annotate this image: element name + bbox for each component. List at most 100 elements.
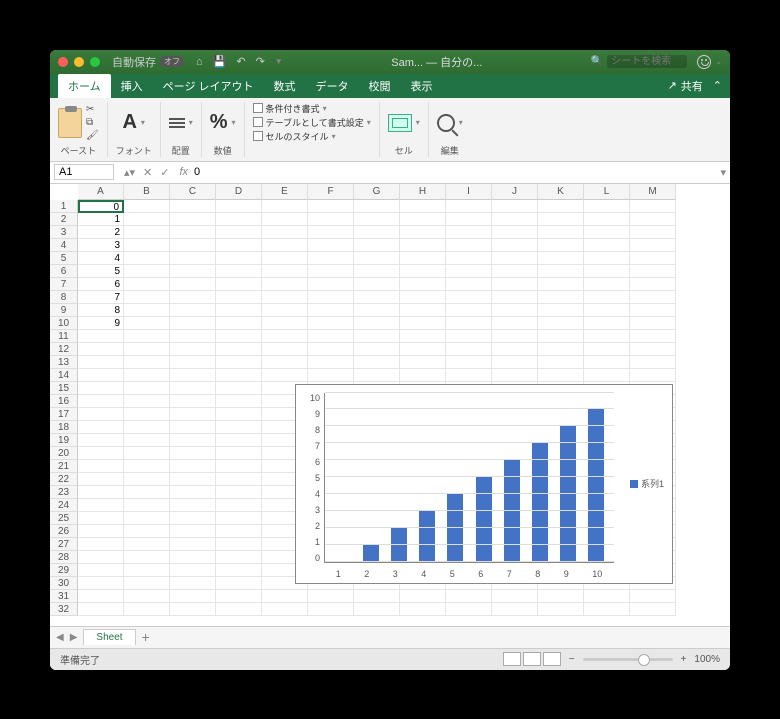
cell[interactable] [630, 226, 676, 239]
row-header[interactable]: 31 [50, 590, 78, 603]
cell[interactable] [216, 538, 262, 551]
cell[interactable] [446, 369, 492, 382]
minimize-window-button[interactable] [74, 57, 84, 67]
cell[interactable] [584, 356, 630, 369]
cell[interactable] [492, 317, 538, 330]
cell[interactable] [492, 265, 538, 278]
cell[interactable] [216, 317, 262, 330]
cell[interactable] [308, 213, 354, 226]
cell[interactable] [446, 603, 492, 616]
row-header[interactable]: 4 [50, 239, 78, 252]
cell[interactable] [216, 330, 262, 343]
row-header[interactable]: 26 [50, 525, 78, 538]
cell[interactable] [216, 343, 262, 356]
cell[interactable] [538, 252, 584, 265]
cell[interactable] [446, 265, 492, 278]
zoom-level[interactable]: 100% [694, 654, 720, 665]
cell[interactable] [538, 590, 584, 603]
cell[interactable] [216, 395, 262, 408]
row-header[interactable]: 16 [50, 395, 78, 408]
cell[interactable] [262, 278, 308, 291]
cell[interactable] [78, 538, 124, 551]
cell[interactable] [124, 447, 170, 460]
cell[interactable] [492, 200, 538, 213]
cell[interactable] [78, 421, 124, 434]
cell[interactable] [170, 603, 216, 616]
cell[interactable] [446, 226, 492, 239]
cell[interactable] [630, 603, 676, 616]
cut-icon[interactable]: ✂ [86, 104, 99, 115]
cells-dropdown-icon[interactable]: ▾ [416, 118, 420, 127]
redo-icon[interactable]: ↷ [256, 55, 265, 68]
cell[interactable] [124, 551, 170, 564]
cell[interactable] [124, 408, 170, 421]
cell[interactable] [170, 577, 216, 590]
cell[interactable] [538, 330, 584, 343]
cell[interactable] [170, 434, 216, 447]
cell[interactable] [170, 304, 216, 317]
row-header[interactable]: 2 [50, 213, 78, 226]
cell[interactable] [170, 395, 216, 408]
cell[interactable] [400, 239, 446, 252]
column-header[interactable]: B [124, 184, 170, 200]
add-sheet-button[interactable]: + [142, 629, 150, 645]
cell[interactable] [492, 603, 538, 616]
cell[interactable] [308, 590, 354, 603]
row-header[interactable]: 29 [50, 564, 78, 577]
cell[interactable] [124, 252, 170, 265]
titlebar-menu-icon[interactable]: ⌄ [715, 57, 722, 66]
cell[interactable] [216, 226, 262, 239]
row-header[interactable]: 20 [50, 447, 78, 460]
cell[interactable] [584, 291, 630, 304]
row-header[interactable]: 24 [50, 499, 78, 512]
cell[interactable] [630, 200, 676, 213]
close-window-button[interactable] [58, 57, 68, 67]
row-header[interactable]: 25 [50, 512, 78, 525]
cell[interactable] [216, 577, 262, 590]
row-header[interactable]: 17 [50, 408, 78, 421]
format-painter-icon[interactable]: 🖌 [86, 130, 99, 141]
cell[interactable] [584, 603, 630, 616]
cell[interactable] [584, 317, 630, 330]
cell[interactable] [170, 525, 216, 538]
cell[interactable] [538, 304, 584, 317]
cell[interactable] [446, 252, 492, 265]
cell[interactable] [354, 369, 400, 382]
cell[interactable] [492, 369, 538, 382]
cell[interactable]: 5 [78, 265, 124, 278]
cell[interactable] [170, 291, 216, 304]
cell[interactable] [630, 317, 676, 330]
sheet-nav-prev-icon[interactable]: ◀ [56, 632, 64, 643]
cell[interactable] [308, 356, 354, 369]
search-input[interactable] [607, 55, 687, 68]
cell[interactable] [78, 603, 124, 616]
column-headers[interactable]: ABCDEFGHIJKLM [78, 184, 730, 200]
cell[interactable] [492, 356, 538, 369]
cell[interactable] [216, 408, 262, 421]
cell[interactable] [216, 291, 262, 304]
cell[interactable] [584, 369, 630, 382]
row-header[interactable]: 15 [50, 382, 78, 395]
cell[interactable] [308, 226, 354, 239]
cell[interactable] [538, 213, 584, 226]
row-header[interactable]: 13 [50, 356, 78, 369]
cell[interactable] [354, 356, 400, 369]
cell[interactable] [538, 200, 584, 213]
cell[interactable] [124, 577, 170, 590]
cell[interactable] [124, 278, 170, 291]
cell[interactable] [492, 291, 538, 304]
editing-dropdown-icon[interactable]: ▾ [459, 118, 463, 127]
row-header[interactable]: 32 [50, 603, 78, 616]
cell[interactable] [400, 304, 446, 317]
cell[interactable] [216, 213, 262, 226]
cell[interactable] [170, 226, 216, 239]
zoom-slider[interactable] [583, 658, 673, 661]
cell[interactable] [400, 590, 446, 603]
cell[interactable] [78, 525, 124, 538]
cell[interactable] [262, 304, 308, 317]
cell[interactable] [124, 304, 170, 317]
column-header[interactable]: D [216, 184, 262, 200]
page-break-view-button[interactable] [543, 652, 561, 666]
cell[interactable] [216, 564, 262, 577]
cell[interactable] [584, 200, 630, 213]
